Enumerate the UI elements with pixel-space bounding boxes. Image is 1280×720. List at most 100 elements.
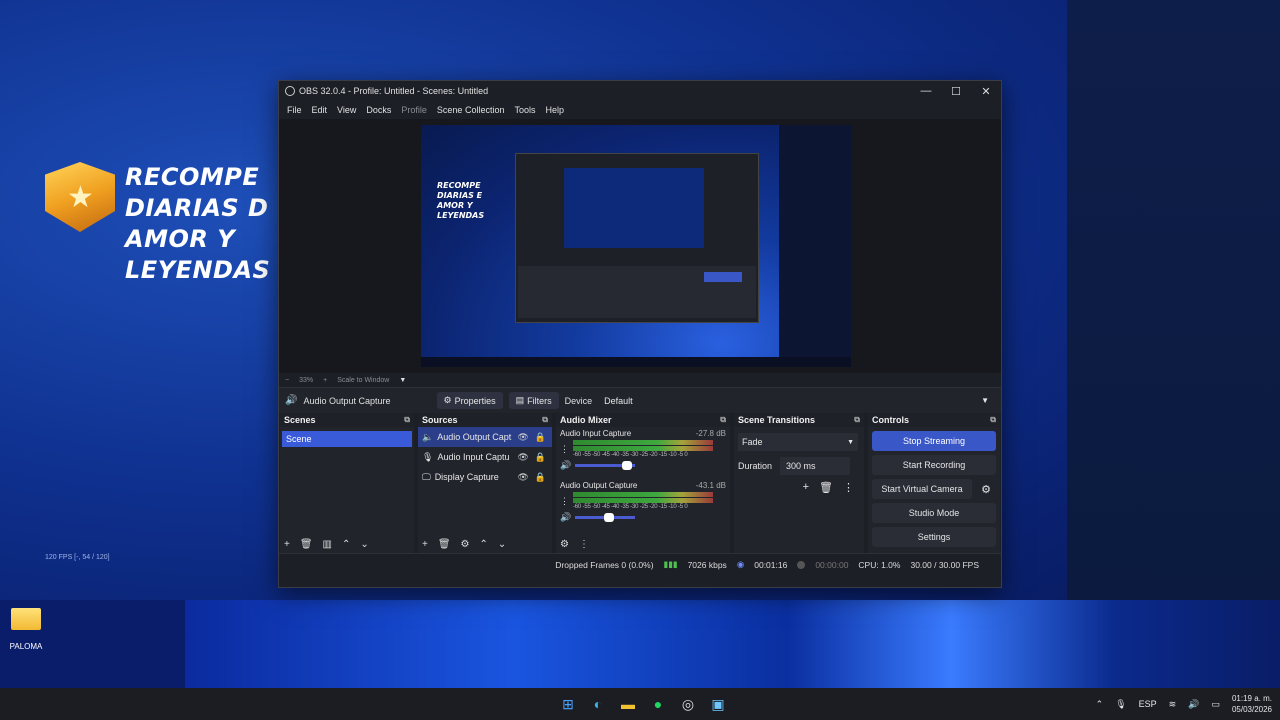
title-bar[interactable]: OBS 32.0.4 - Profile: Untitled - Scenes:… — [279, 81, 1001, 101]
start-recording-button[interactable]: Start Recording — [872, 455, 996, 475]
preview-canvas[interactable]: RECOMPE DIARIAS E AMOR Y LEYENDAS — [421, 125, 851, 367]
kebab-icon[interactable]: ⋮ — [579, 539, 589, 550]
source-item[interactable]: 🔈 Audio Output Capt 👁 🔒 — [418, 427, 552, 447]
menu-help[interactable]: Help — [540, 105, 569, 115]
mixer-channel: Audio Input Capture -27.8 dB ⋮ -60 -55 -… — [556, 427, 730, 479]
app-icon[interactable]: ▣ — [706, 692, 730, 716]
undock-icon[interactable]: ⧉ — [720, 415, 726, 425]
preview-promo-line: DIARIAS E — [437, 191, 483, 200]
speaker-icon[interactable]: 🔊 — [560, 512, 571, 523]
trash-icon[interactable]: 🗑 — [300, 539, 313, 550]
device-label: Device — [564, 395, 593, 406]
meter-scale: -60 -55 -50 -45 -40 -35 -30 -25 -20 -15 … — [573, 504, 688, 510]
volume-knob[interactable] — [604, 513, 615, 522]
lock-icon[interactable]: 🔒 — [535, 452, 546, 463]
taskbar-apps: ⊞ ◐ ▬ ● ◎ ▣ — [556, 692, 730, 716]
eye-icon[interactable]: 👁 — [517, 472, 528, 483]
preview-area[interactable]: RECOMPE DIARIAS E AMOR Y LEYENDAS — [279, 119, 1001, 373]
menu-file[interactable]: File — [282, 105, 307, 115]
menu-scene-collection[interactable]: Scene Collection — [432, 105, 510, 115]
close-button[interactable]: ✕ — [971, 85, 1001, 98]
preview-promo-text: RECOMPE DIARIAS E AMOR Y LEYENDAS — [437, 181, 484, 221]
scale-dropdown-caret[interactable]: ▼ — [399, 377, 406, 384]
settings-button[interactable]: Settings — [872, 527, 996, 547]
trash-icon[interactable]: 🗑 — [438, 539, 451, 550]
desktop-dark-panel — [1067, 0, 1280, 600]
add-icon[interactable]: + — [803, 481, 809, 494]
chevron-down-icon[interactable]: ⌄ — [360, 539, 368, 550]
lock-icon[interactable]: 🔒 — [535, 432, 546, 443]
menu-edit[interactable]: Edit — [307, 105, 333, 115]
speaker-icon[interactable]: 🔊 — [560, 460, 571, 471]
undock-icon[interactable]: ⧉ — [404, 415, 410, 425]
properties-button[interactable]: ⚙ Properties — [436, 392, 503, 409]
volume-knob[interactable] — [622, 461, 633, 470]
kebab-icon[interactable]: ⋮ — [560, 444, 569, 455]
duration-input[interactable]: 300 ms — [780, 457, 851, 475]
menu-docks[interactable]: Docks — [361, 105, 396, 115]
scenes-title: Scenes — [284, 415, 316, 425]
volume-slider[interactable] — [575, 513, 636, 522]
language-indicator[interactable]: ESP — [1139, 699, 1157, 709]
stream-icon: ◉ — [736, 559, 745, 569]
sources-footer: + 🗑 ⚙ ⌃ ⌄ — [418, 535, 552, 553]
undock-icon[interactable]: ⧉ — [542, 415, 548, 425]
add-icon[interactable]: + — [284, 539, 290, 550]
transition-dropdown[interactable]: Fade ▼ — [738, 433, 858, 451]
scene-item[interactable]: Scene — [282, 431, 412, 447]
stop-streaming-button[interactable]: Stop Streaming — [872, 431, 996, 451]
source-item[interactable]: 🎙 Audio Input Captu 👁 🔒 — [418, 447, 552, 467]
edge-icon[interactable]: ◐ — [586, 692, 610, 716]
maximize-button[interactable]: ☐ — [941, 85, 971, 98]
advanced-audio-icon[interactable]: ⚙ — [560, 539, 569, 550]
source-item[interactable]: 🖵 Display Capture 👁 🔒 — [418, 467, 552, 487]
kebab-icon[interactable]: ⋮ — [843, 481, 854, 494]
gear-icon[interactable]: ⚙ — [976, 479, 996, 499]
filter-icon[interactable]: ▥ — [323, 539, 332, 550]
studio-mode-button[interactable]: Studio Mode — [872, 503, 996, 523]
menu-profile[interactable]: Profile — [396, 105, 432, 115]
preview-zoom-bar: − 33% + Scale to Window ▼ — [279, 373, 1001, 387]
lock-icon[interactable]: 🔒 — [535, 472, 546, 483]
wifi-icon[interactable]: ≋ — [1169, 699, 1177, 710]
volume-icon[interactable]: 🔊 — [1188, 699, 1199, 710]
eye-icon[interactable]: 👁 — [517, 452, 528, 463]
battery-icon[interactable]: ▭ — [1211, 699, 1220, 710]
microphone-icon[interactable]: 🎙 — [1115, 699, 1126, 710]
menu-view[interactable]: View — [332, 105, 361, 115]
clock[interactable]: 01:19 a. m. 05/03/2026 — [1232, 693, 1272, 715]
preview-promo-line: AMOR Y — [437, 201, 473, 210]
undock-icon[interactable]: ⧉ — [990, 415, 996, 425]
start-virtual-camera-button[interactable]: Start Virtual Camera — [872, 479, 972, 499]
chevron-up-icon[interactable]: ⌃ — [1096, 699, 1104, 710]
device-dropdown[interactable]: Default ▼ — [598, 391, 995, 410]
preview-nested-button — [704, 272, 742, 282]
cpu-usage: CPU: 1.0% — [858, 559, 901, 570]
menu-tools[interactable]: Tools — [509, 105, 540, 115]
volume-slider[interactable] — [575, 461, 636, 470]
add-icon[interactable]: + — [422, 539, 428, 550]
promo-line: LEYENDAS — [125, 256, 271, 284]
file-explorer-icon[interactable]: ▬ — [616, 692, 640, 716]
chevron-up-icon[interactable]: ⌃ — [480, 539, 488, 550]
minimize-button[interactable]: — — [911, 85, 941, 98]
kebab-icon[interactable]: ⋮ — [560, 496, 569, 507]
record-time: 00:00:00 — [815, 559, 849, 570]
zoom-out-button[interactable]: − — [285, 377, 289, 384]
eye-icon[interactable]: 👁 — [517, 432, 528, 443]
filters-button[interactable]: ▤ Filters — [508, 392, 559, 409]
chevron-down-icon[interactable]: ⌄ — [498, 539, 506, 550]
desktop-folder-paloma[interactable]: PALOMA — [8, 608, 44, 651]
scale-to-window[interactable]: Scale to Window — [337, 377, 389, 384]
chevron-up-icon[interactable]: ⌃ — [342, 539, 350, 550]
undock-icon[interactable]: ⧉ — [854, 415, 860, 425]
source-item-label: Audio Input Captu — [437, 452, 510, 462]
trash-icon[interactable]: 🗑 — [819, 481, 833, 494]
zoom-in-button[interactable]: + — [323, 377, 327, 384]
scenes-header: Scenes ⧉ — [280, 413, 414, 427]
start-icon[interactable]: ⊞ — [556, 692, 580, 716]
gear-icon[interactable]: ⚙ — [461, 539, 470, 550]
duration-label: Duration — [738, 461, 773, 471]
obs-icon[interactable]: ◎ — [676, 692, 700, 716]
spotify-icon[interactable]: ● — [646, 692, 670, 716]
